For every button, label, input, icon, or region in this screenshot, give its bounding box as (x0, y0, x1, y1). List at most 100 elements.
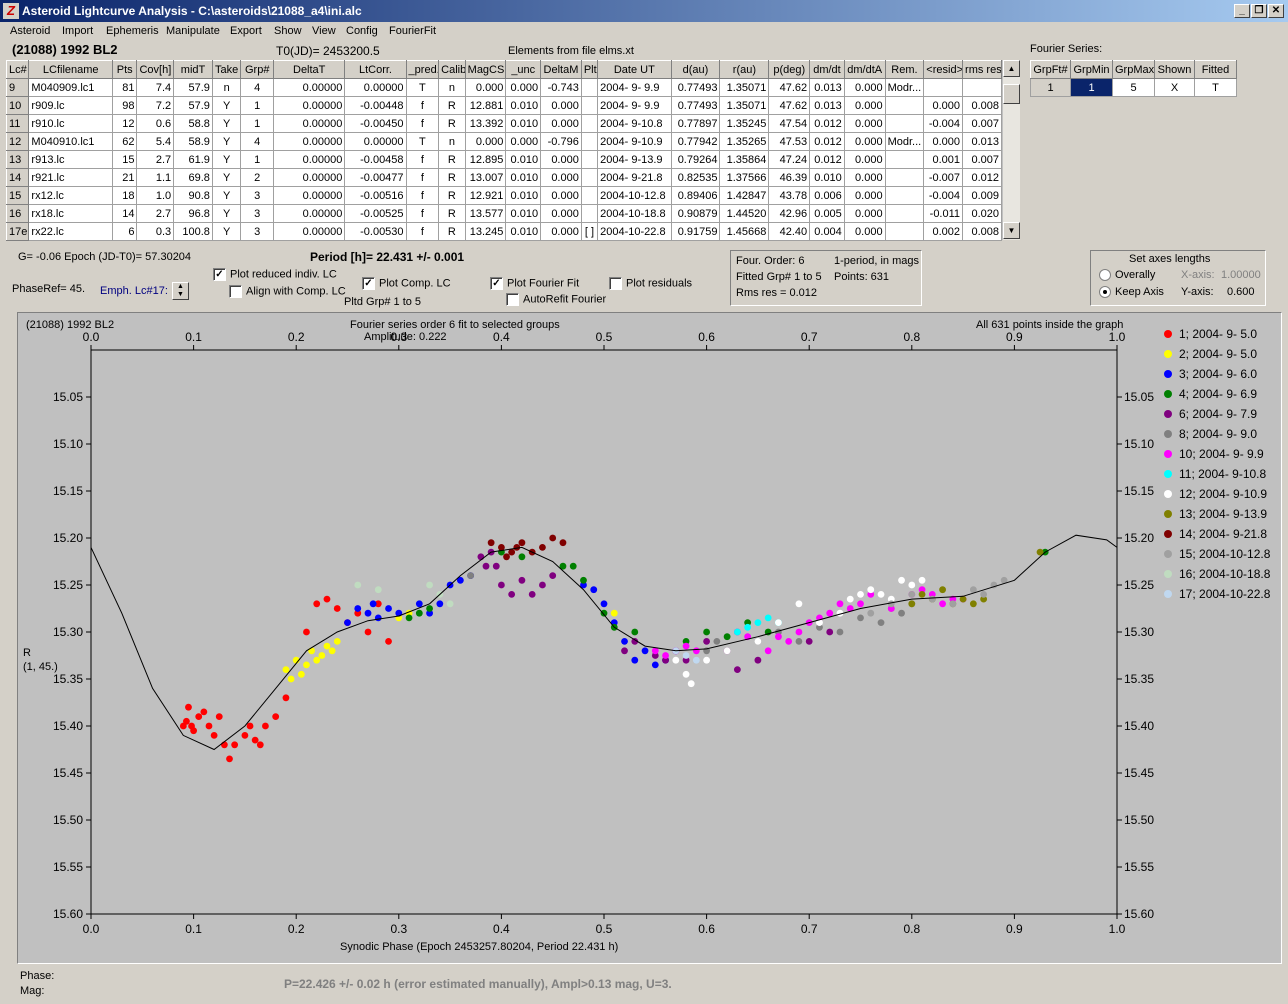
table-cell[interactable]: 0.007 (962, 114, 1002, 133)
table-cell[interactable] (580, 78, 599, 97)
table-cell[interactable]: -0.00525 (344, 204, 407, 223)
table-cell[interactable]: f (405, 96, 440, 115)
table-cell[interactable]: 0.013 (809, 96, 845, 115)
table-cell[interactable]: Y (211, 132, 242, 151)
table-cell[interactable]: T (405, 132, 440, 151)
table-cell[interactable]: -0.743 (540, 78, 582, 97)
table-cell[interactable]: f (405, 186, 440, 205)
plot-comp-checkbox[interactable]: ✓ Plot Comp. LC (362, 277, 451, 290)
table-cell[interactable]: 47.24 (768, 150, 811, 169)
column-header[interactable]: rms res (962, 60, 1002, 79)
close-icon[interactable]: ✕ (1268, 4, 1284, 18)
table-cell[interactable]: 0.77897 (670, 114, 721, 133)
table-cell[interactable]: 0.00000 (273, 78, 346, 97)
table-cell[interactable] (884, 150, 925, 169)
table-cell[interactable]: rx22.lc (28, 222, 114, 241)
table-cell[interactable]: 0.000 (540, 150, 582, 169)
table-cell[interactable]: -0.007 (923, 168, 964, 187)
table-cell[interactable]: 0.77493 (670, 96, 721, 115)
table-cell[interactable] (884, 114, 925, 133)
table-cell[interactable]: 2.7 (136, 150, 175, 169)
table-cell[interactable]: 0.007 (962, 150, 1002, 169)
table-cell[interactable]: 0.00000 (273, 150, 346, 169)
table-cell[interactable]: -0.00450 (344, 114, 407, 133)
y-axis-value[interactable]: 0.600 (1227, 286, 1255, 298)
table-cell[interactable]: 0.00000 (344, 132, 407, 151)
table-cell[interactable]: 42.40 (768, 222, 811, 241)
table-cell[interactable]: 0.000 (923, 132, 964, 151)
menu-config[interactable]: Config (346, 25, 378, 37)
table-cell[interactable] (580, 150, 599, 169)
table-cell[interactable] (884, 204, 925, 223)
x-axis-value[interactable]: 1.00000 (1221, 269, 1261, 281)
table-cell[interactable]: 7.2 (136, 96, 175, 115)
table-cell[interactable]: 0.009 (962, 186, 1002, 205)
table-cell[interactable]: 3 (240, 204, 275, 223)
table-cell[interactable]: 0.000 (540, 186, 582, 205)
table-cell[interactable]: 2004-10-22.8 (597, 222, 672, 241)
fs-grpmax-cell[interactable]: 5 (1112, 78, 1155, 97)
table-cell[interactable]: 0.012 (809, 132, 845, 151)
table-cell[interactable]: 1.42847 (719, 186, 770, 205)
table-cell[interactable]: 0.00000 (273, 168, 346, 187)
column-header[interactable]: _unc (505, 60, 542, 79)
table-cell[interactable]: [ ] (580, 222, 599, 241)
table-cell[interactable]: 2004- 9-10.9 (597, 132, 672, 151)
table-row[interactable]: 14 r921.lc 21 1.1 69.8 Y 2 0.00000 -0.00477 f R 13.… (5, 168, 1002, 187)
column-header[interactable]: r(au) (719, 60, 770, 79)
column-header[interactable]: Plt (580, 60, 599, 79)
menu-export[interactable]: Export (230, 25, 262, 37)
table-cell[interactable]: R (438, 168, 466, 187)
table-cell[interactable]: 0.00000 (273, 114, 346, 133)
table-row[interactable]: 16 rx18.lc 14 2.7 96.8 Y 3 0.00000 -0.00525 f R 13.… (5, 204, 1002, 223)
column-header[interactable]: Date UT (597, 60, 672, 79)
table-cell[interactable]: 47.54 (768, 114, 811, 133)
table-cell[interactable]: 0.000 (843, 186, 886, 205)
table-cell[interactable]: 0.77942 (670, 132, 721, 151)
table-row[interactable]: 12 M040910.lc1 62 5.4 58.9 Y 4 0.00000 0.00000 Tn… (5, 132, 1002, 151)
table-cell[interactable]: 21 (112, 168, 138, 187)
table-cell[interactable]: 0.3 (136, 222, 175, 241)
table-cell[interactable]: 0.020 (962, 204, 1002, 223)
table-cell[interactable]: n (438, 78, 466, 97)
table-cell[interactable]: R (438, 186, 466, 205)
table-cell[interactable]: -0.00477 (344, 168, 407, 187)
table-cell[interactable]: 6 (112, 222, 138, 241)
table-cell[interactable]: 0.000 (843, 114, 886, 133)
table-cell[interactable]: 14 (5, 168, 30, 187)
table-cell[interactable]: -0.004 (923, 114, 964, 133)
table-cell[interactable]: 2004- 9-10.8 (597, 114, 672, 133)
table-cell[interactable]: 0.000 (540, 222, 582, 241)
table-cell[interactable]: 16 (5, 204, 30, 223)
table-cell[interactable] (884, 96, 925, 115)
table-cell[interactable]: 2004- 9-21.8 (597, 168, 672, 187)
fs-fitted-cell[interactable]: T (1194, 78, 1237, 97)
table-cell[interactable]: 0.000 (464, 78, 507, 97)
table-cell[interactable]: 2004-10-12.8 (597, 186, 672, 205)
table-cell[interactable]: n (211, 78, 242, 97)
table-scrollbar[interactable]: ▲ ▼ (1002, 60, 1020, 240)
table-cell[interactable]: 0.000 (843, 222, 886, 241)
table-cell[interactable]: 0.000 (923, 96, 964, 115)
table-cell[interactable]: 12 (112, 114, 138, 133)
table-cell[interactable] (580, 168, 599, 187)
table-cell[interactable]: rx18.lc (28, 204, 114, 223)
plot-residuals-checkbox[interactable]: Plot residuals (609, 277, 692, 290)
table-cell[interactable]: 0.000 (843, 78, 886, 97)
table-cell[interactable] (923, 78, 964, 97)
table-cell[interactable]: n (438, 132, 466, 151)
table-cell[interactable]: 62 (112, 132, 138, 151)
column-header[interactable]: MagCS (464, 60, 507, 79)
table-cell[interactable]: -0.796 (540, 132, 582, 151)
column-header[interactable]: p(deg) (768, 60, 811, 79)
table-cell[interactable]: 0.000 (464, 132, 507, 151)
table-cell[interactable]: 0.013 (809, 78, 845, 97)
table-cell[interactable]: 0.91759 (670, 222, 721, 241)
table-cell[interactable]: f (405, 168, 440, 187)
table-cell[interactable]: 0.010 (505, 204, 542, 223)
table-row[interactable]: 13 r913.lc 15 2.7 61.9 Y 1 0.00000 -0.00458 f R 12.… (5, 150, 1002, 169)
table-cell[interactable]: 10 (5, 96, 30, 115)
table-cell[interactable]: 57.9 (173, 78, 213, 97)
table-cell[interactable]: rx12.lc (28, 186, 114, 205)
table-cell[interactable]: 0.6 (136, 114, 175, 133)
